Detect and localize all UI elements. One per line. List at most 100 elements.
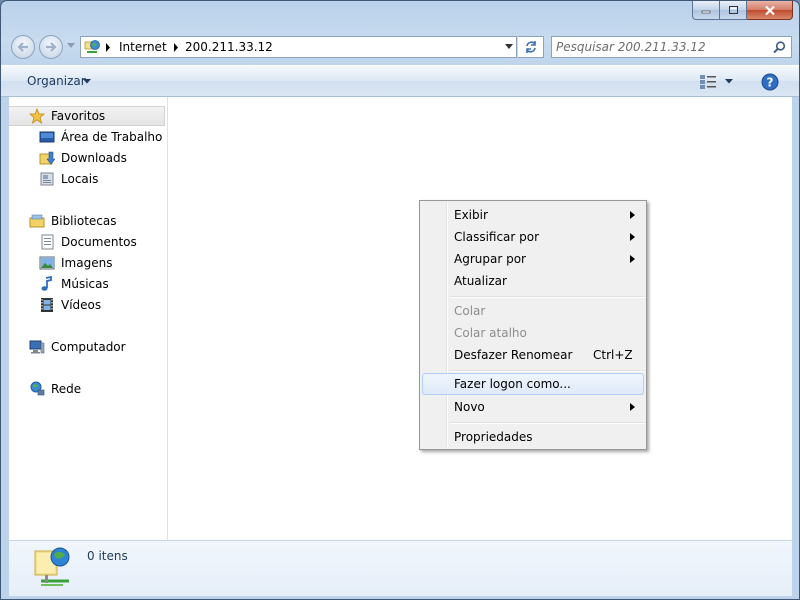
nav-computer-label: Computador xyxy=(51,340,126,354)
menu-separator xyxy=(450,296,644,298)
menu-item-properties[interactable]: Propriedades xyxy=(422,426,644,448)
menu-item-new[interactable]: Novo xyxy=(422,396,644,418)
star-icon xyxy=(29,108,45,124)
command-bar: Organizar ? xyxy=(1,65,799,97)
nav-network-label: Rede xyxy=(51,382,82,396)
breadcrumb-internet[interactable]: Internet xyxy=(119,40,167,54)
back-arrow-icon xyxy=(17,42,28,52)
nav-network[interactable]: Rede xyxy=(29,379,81,399)
downloads-folder-icon xyxy=(39,150,55,166)
network-globe-icon xyxy=(84,40,100,53)
nav-computer[interactable]: Computador xyxy=(29,337,126,357)
views-chevron-down-icon[interactable] xyxy=(725,79,733,84)
menu-item-refresh[interactable]: Atualizar xyxy=(422,270,644,292)
menu-item-view[interactable]: Exibir xyxy=(422,204,644,226)
menu-item-log-on-as[interactable]: Fazer logon como... xyxy=(422,373,644,395)
forward-button[interactable] xyxy=(39,35,63,59)
breadcrumb-address[interactable]: 200.211.33.12 xyxy=(185,40,273,54)
submenu-arrow-icon xyxy=(630,403,635,411)
svg-text:?: ? xyxy=(767,76,774,90)
menu-item-label: Classificar por xyxy=(454,230,540,244)
nav-recent-places[interactable]: Locais xyxy=(39,169,98,189)
music-note-icon xyxy=(39,276,55,292)
menu-item-label: Atualizar xyxy=(454,274,507,288)
help-icon[interactable]: ? xyxy=(761,73,779,91)
menu-item-label: Agrupar por xyxy=(454,252,526,266)
navigation-row: Internet 200.211.33.12 xyxy=(1,33,799,61)
recent-places-icon xyxy=(39,171,55,187)
nav-favorites[interactable]: Favoritos xyxy=(9,106,165,126)
menu-separator xyxy=(450,370,644,372)
menu-item-shortcut: Ctrl+Z xyxy=(593,348,633,362)
item-count: 0 itens xyxy=(87,549,128,563)
address-bar[interactable]: Internet 200.211.33.12 xyxy=(80,36,517,58)
nav-favorites-label: Favoritos xyxy=(51,109,106,123)
documents-icon xyxy=(39,234,55,250)
nav-music-label: Músicas xyxy=(61,277,109,291)
breadcrumb-separator-icon[interactable] xyxy=(173,43,179,52)
menu-item-group-by[interactable]: Agrupar por xyxy=(422,248,644,270)
context-menu: Exibir Classificar por Agrupar por Atual… xyxy=(419,200,647,450)
nav-videos-label: Vídeos xyxy=(61,298,102,312)
submenu-arrow-icon xyxy=(630,255,635,263)
minimize-icon xyxy=(701,10,711,14)
menu-item-undo-rename[interactable]: Desfazer Renomear Ctrl+Z xyxy=(422,344,644,366)
search-box[interactable] xyxy=(551,36,792,58)
caption-buttons xyxy=(692,1,793,20)
organize-button[interactable]: Organizar xyxy=(27,74,86,88)
menu-item-label: Novo xyxy=(454,400,485,414)
desktop-icon xyxy=(39,129,55,145)
nav-documents-label: Documentos xyxy=(61,235,137,249)
submenu-arrow-icon xyxy=(630,233,635,241)
nav-desktop[interactable]: Área de Trabalho xyxy=(39,127,162,147)
details-pane: 0 itens xyxy=(9,540,792,596)
refresh-icon xyxy=(525,41,536,53)
menu-separator xyxy=(450,422,644,424)
title-bar[interactable] xyxy=(1,1,799,29)
menu-item-paste-shortcut[interactable]: Colar atalho xyxy=(422,322,644,344)
back-button[interactable] xyxy=(11,35,35,59)
network-icon xyxy=(29,381,45,397)
nav-videos[interactable]: Vídeos xyxy=(39,295,101,315)
search-icon[interactable] xyxy=(773,41,786,54)
menu-item-label: Colar atalho xyxy=(454,326,527,340)
recent-pages-chevron-down-icon[interactable] xyxy=(67,43,75,49)
refresh-button[interactable] xyxy=(518,36,544,58)
nav-recent-places-label: Locais xyxy=(61,172,99,186)
forward-arrow-icon xyxy=(46,42,57,52)
menu-item-label: Colar xyxy=(454,304,486,318)
network-location-icon xyxy=(34,547,70,586)
search-input[interactable] xyxy=(556,39,756,55)
menu-item-label: Propriedades xyxy=(454,430,533,444)
close-icon xyxy=(764,5,775,15)
change-view-icon[interactable] xyxy=(699,74,717,90)
film-strip-icon xyxy=(39,297,55,313)
navigation-pane: Favoritos Área de Trabalho Downloads Loc… xyxy=(9,97,168,540)
menu-item-label: Fazer logon como... xyxy=(454,377,571,391)
nav-libraries[interactable]: Bibliotecas xyxy=(29,211,116,231)
maximize-icon xyxy=(728,6,738,14)
nav-pictures[interactable]: Imagens xyxy=(39,253,112,273)
pictures-icon xyxy=(39,255,55,271)
nav-downloads[interactable]: Downloads xyxy=(39,148,127,168)
nav-downloads-label: Downloads xyxy=(61,151,127,165)
maximize-button[interactable] xyxy=(720,1,747,20)
submenu-arrow-icon xyxy=(630,211,635,219)
explorer-window: Internet 200.211.33.12 Organizar xyxy=(0,0,800,600)
menu-item-label: Desfazer Renomear xyxy=(454,348,573,362)
close-button[interactable] xyxy=(747,1,793,20)
menu-item-label: Exibir xyxy=(454,208,488,222)
breadcrumb-separator-icon[interactable] xyxy=(105,43,111,52)
nav-pictures-label: Imagens xyxy=(61,256,113,270)
menu-item-sort-by[interactable]: Classificar por xyxy=(422,226,644,248)
nav-music[interactable]: Músicas xyxy=(39,274,109,294)
computer-icon xyxy=(29,339,45,355)
minimize-button[interactable] xyxy=(692,1,720,20)
menu-item-paste[interactable]: Colar xyxy=(422,300,644,322)
organize-chevron-down-icon[interactable] xyxy=(83,79,91,84)
nav-documents[interactable]: Documentos xyxy=(39,232,137,252)
address-history-chevron-down-icon[interactable] xyxy=(505,44,513,50)
libraries-icon xyxy=(29,213,45,229)
nav-libraries-label: Bibliotecas xyxy=(51,214,117,228)
nav-desktop-label: Área de Trabalho xyxy=(61,130,163,144)
